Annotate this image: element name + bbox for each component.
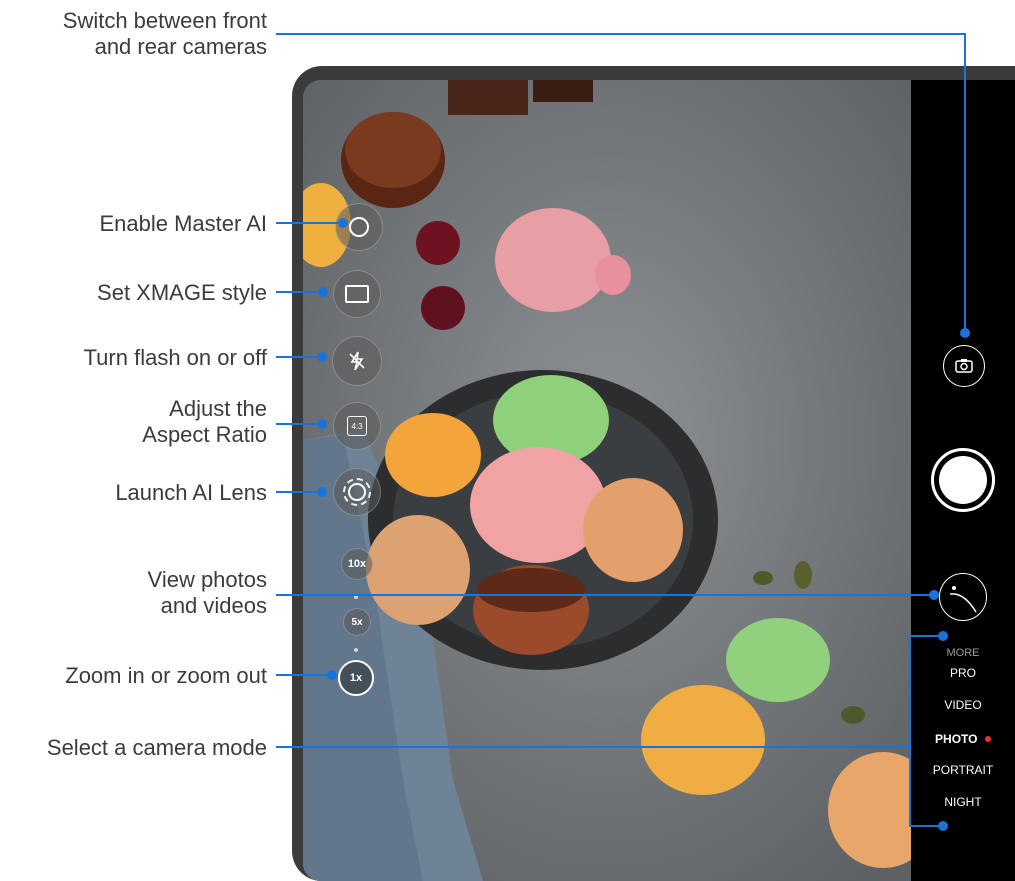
callout-leader-lines xyxy=(276,33,970,831)
